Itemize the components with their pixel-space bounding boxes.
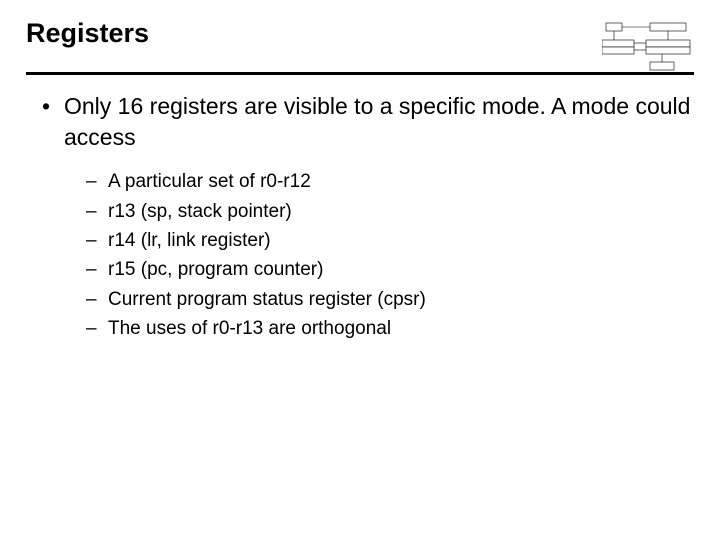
sub-bullet-text: A particular set of r0-r12 [108, 167, 694, 196]
sub-bullet: – Current program status register (cpsr) [86, 285, 694, 314]
sub-bullet: – r15 (pc, program counter) [86, 255, 694, 284]
sub-bullet: – The uses of r0-r13 are orthogonal [86, 314, 694, 343]
bullet-dot-icon: • [42, 91, 64, 153]
sub-bullet-text: r15 (pc, program counter) [108, 255, 694, 284]
bullet-dash-icon: – [86, 226, 108, 255]
bullet-dash-icon: – [86, 197, 108, 226]
sub-bullet-text: Current program status register (cpsr) [108, 285, 694, 314]
sub-bullet-list: – A particular set of r0-r12 – r13 (sp, … [86, 167, 694, 344]
sub-bullet-text: r13 (sp, stack pointer) [108, 197, 694, 226]
main-bullet: • Only 16 registers are visible to a spe… [42, 91, 694, 153]
sub-bullet-text: r14 (lr, link register) [108, 226, 694, 255]
slide: Registers • Only 16 registers are visibl [0, 0, 720, 540]
sub-bullet: – A particular set of r0-r12 [86, 167, 694, 196]
title-divider [26, 72, 694, 75]
bullet-dash-icon: – [86, 314, 108, 343]
architecture-diagram-icon [602, 20, 692, 72]
title-row: Registers [26, 18, 694, 72]
sub-bullet-text: The uses of r0-r13 are orthogonal [108, 314, 694, 343]
slide-title: Registers [26, 18, 149, 59]
bullet-dash-icon: – [86, 167, 108, 196]
sub-bullet: – r13 (sp, stack pointer) [86, 197, 694, 226]
bullet-dash-icon: – [86, 255, 108, 284]
bullet-dash-icon: – [86, 285, 108, 314]
main-bullet-text: Only 16 registers are visible to a speci… [64, 91, 694, 153]
sub-bullet: – r14 (lr, link register) [86, 226, 694, 255]
